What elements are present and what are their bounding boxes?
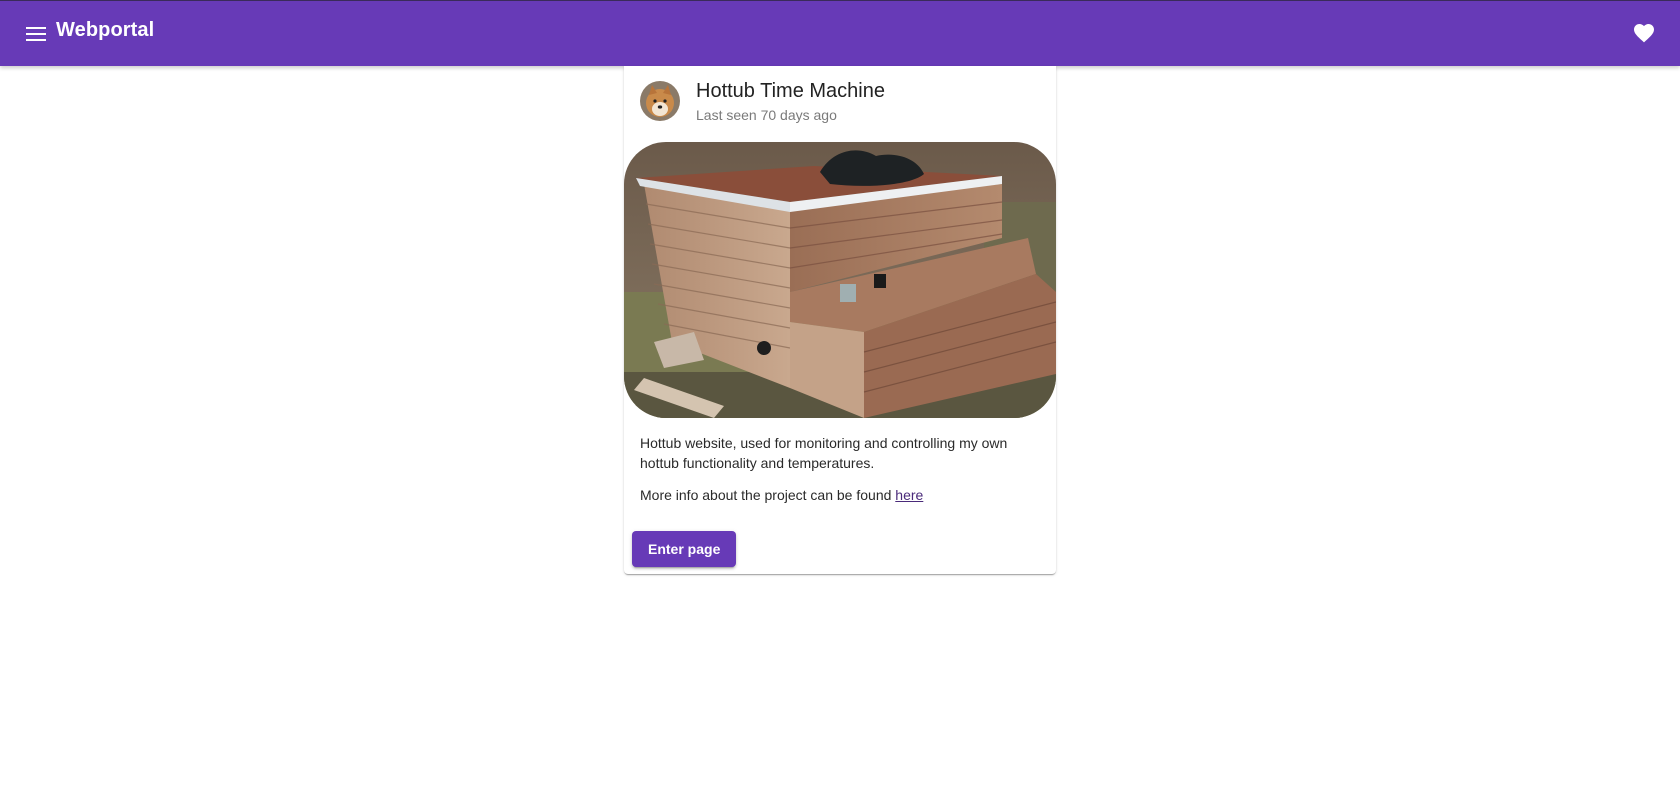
- avatar: [640, 81, 680, 121]
- favorite-button[interactable]: [1630, 20, 1658, 48]
- hottub-photo: [624, 142, 1056, 418]
- card-description: Hottub website, used for monitoring and …: [640, 435, 1008, 471]
- shiba-dog-avatar-icon: [640, 81, 680, 121]
- menu-button[interactable]: [22, 20, 50, 48]
- enter-page-button[interactable]: Enter page: [632, 531, 737, 567]
- card-subtitle: Last seen 70 days ago: [696, 107, 837, 123]
- hottub-photo-image: [624, 142, 1056, 418]
- app-title: Webportal: [56, 19, 155, 41]
- heart-icon: [1634, 24, 1654, 43]
- more-info-text: More info about the project can be found…: [640, 485, 1040, 505]
- more-info-link[interactable]: here: [895, 487, 923, 503]
- menu-icon: [26, 27, 46, 41]
- project-card: Hottub Time Machine Last seen 70 days ag…: [624, 66, 1056, 574]
- card-title: Hottub Time Machine: [696, 80, 885, 102]
- more-info-label: More info about the project can be found: [640, 487, 896, 503]
- top-toolbar: Webportal: [0, 0, 1680, 66]
